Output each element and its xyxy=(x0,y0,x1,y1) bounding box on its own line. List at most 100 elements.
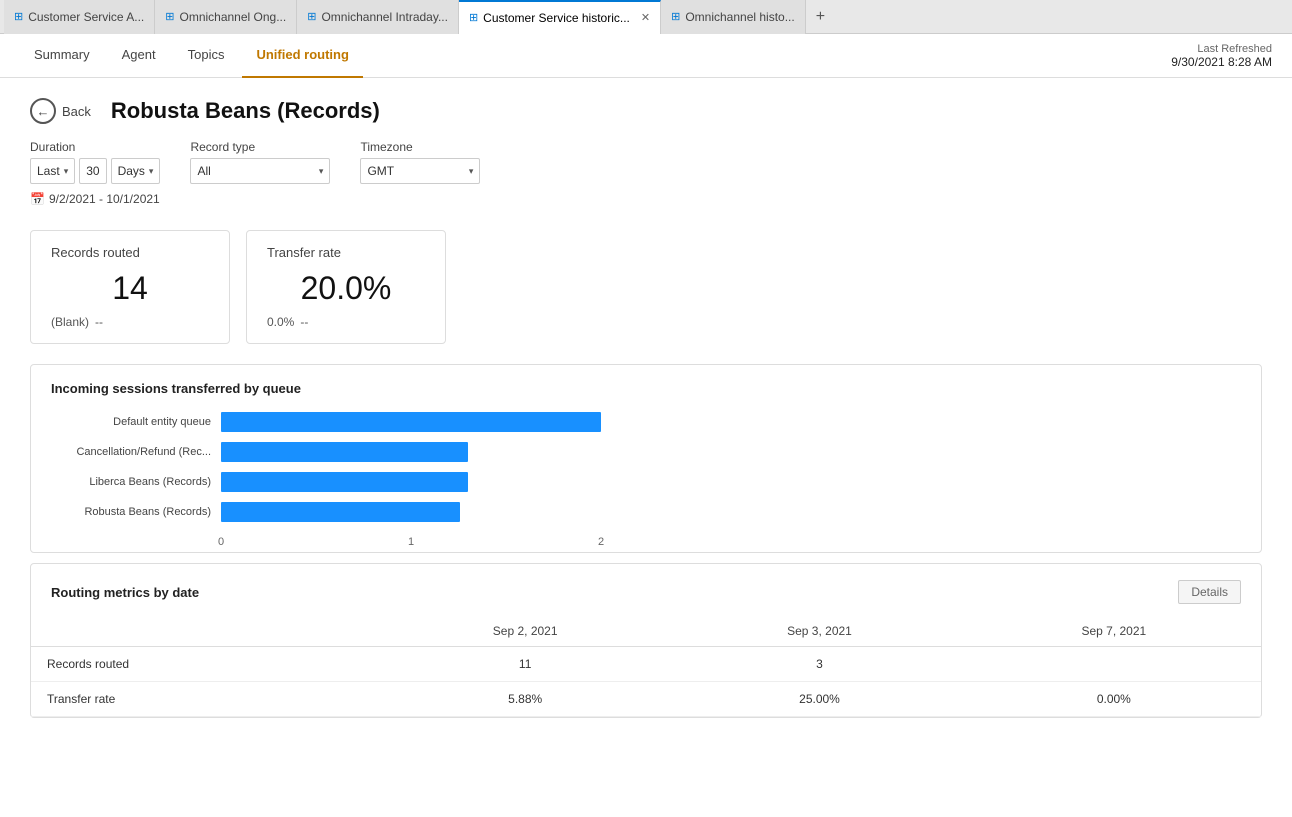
main-content: ← Back Robusta Beans (Records) Duration … xyxy=(0,78,1292,817)
record-type-select[interactable]: All ▾ xyxy=(190,158,330,184)
bar-row: Cancellation/Refund (Rec... xyxy=(51,442,1241,462)
bar-track xyxy=(221,472,1241,492)
duration-unit-value: Days xyxy=(118,164,145,178)
chevron-down-icon-3: ▾ xyxy=(319,166,324,177)
routing-metrics-table: Sep 2, 2021Sep 3, 2021Sep 7, 2021Records… xyxy=(31,616,1261,717)
bar-label: Default entity queue xyxy=(51,416,211,428)
duration-last-select[interactable]: Last ▾ xyxy=(30,158,75,184)
card-transfer-rate-title: Transfer rate xyxy=(267,245,425,260)
card-sub2-tr: -- xyxy=(300,315,308,329)
chevron-down-icon-4: ▾ xyxy=(469,166,474,177)
tab-summary-label: Summary xyxy=(34,47,90,62)
bar-label: Cancellation/Refund (Rec... xyxy=(51,446,211,458)
incoming-sessions-title: Incoming sessions transferred by queue xyxy=(51,381,1241,396)
card-sub2: -- xyxy=(95,315,103,329)
last-refreshed-value: 9/30/2021 8:28 AM xyxy=(1171,55,1272,69)
bar-fill xyxy=(221,472,468,492)
axis-tick: 1 xyxy=(408,536,414,548)
tab-label-5: Omnichannel histo... xyxy=(685,10,794,24)
table-cell-value: 0.00% xyxy=(967,682,1261,717)
tab-topics-label: Topics xyxy=(188,47,225,62)
incoming-sessions-section: Incoming sessions transferred by queue D… xyxy=(30,364,1262,553)
routing-metrics-title: Routing metrics by date xyxy=(51,585,199,600)
timezone-value: GMT xyxy=(367,164,394,178)
tab-agent[interactable]: Agent xyxy=(108,34,170,78)
back-circle-icon: ← xyxy=(30,98,56,124)
table-row: Transfer rate5.88%25.00%0.00% xyxy=(31,682,1261,717)
tab-icon-4: ⊞ xyxy=(469,11,478,24)
close-icon-tab4[interactable]: ✕ xyxy=(641,11,650,24)
chevron-down-icon-2: ▾ xyxy=(149,166,154,177)
page-title: Robusta Beans (Records) xyxy=(111,98,380,124)
timezone-label: Timezone xyxy=(360,140,480,154)
record-type-filter: Record type All ▾ xyxy=(190,140,330,184)
bar-track xyxy=(221,502,1241,522)
table-header-cell: Sep 7, 2021 xyxy=(967,616,1261,647)
table-cell-value: 11 xyxy=(378,647,672,682)
duration-controls: Last ▾ 30 Days ▾ xyxy=(30,158,160,184)
duration-filter: Duration Last ▾ 30 Days ▾ 📅 9/2/2021 - 1… xyxy=(30,140,160,210)
page-header: ← Back Robusta Beans (Records) xyxy=(0,78,1292,140)
tab-icon-1: ⊞ xyxy=(14,10,23,23)
filters-section: Duration Last ▾ 30 Days ▾ 📅 9/2/2021 - 1… xyxy=(0,140,1292,220)
table-row: Records routed113 xyxy=(31,647,1261,682)
table-cell-value: 25.00% xyxy=(672,682,966,717)
duration-number-input[interactable]: 30 xyxy=(79,158,106,184)
timezone-select[interactable]: GMT ▾ xyxy=(360,158,480,184)
tab-customer-service-a[interactable]: ⊞ Customer Service A... xyxy=(4,0,155,34)
duration-unit-select[interactable]: Days ▾ xyxy=(111,158,161,184)
axis-tick: 2 xyxy=(598,536,604,548)
table-header-cell: Sep 2, 2021 xyxy=(378,616,672,647)
last-refreshed-label: Last Refreshed xyxy=(1171,43,1272,55)
tab-omnichannel-histo[interactable]: ⊞ Omnichannel histo... xyxy=(661,0,806,34)
add-tab-button[interactable]: + xyxy=(806,8,835,26)
date-range-value: 9/2/2021 - 10/1/2021 xyxy=(49,192,160,206)
table-cell-label: Transfer rate xyxy=(31,682,378,717)
tab-label-3: Omnichannel Intraday... xyxy=(321,10,448,24)
record-type-value: All xyxy=(197,164,210,178)
calendar-icon: 📅 xyxy=(30,192,45,206)
tab-bar: ⊞ Customer Service A... ⊞ Omnichannel On… xyxy=(0,0,1292,34)
tab-label-1: Customer Service A... xyxy=(28,10,144,24)
date-range: 📅 9/2/2021 - 10/1/2021 xyxy=(30,188,160,210)
bar-label: Liberca Beans (Records) xyxy=(51,476,211,488)
bar-axis: 012 xyxy=(51,532,601,536)
routing-metrics-section: Routing metrics by date Details Sep 2, 2… xyxy=(30,563,1262,718)
bar-row: Robusta Beans (Records) xyxy=(51,502,1241,522)
card-transfer-rate: Transfer rate 20.0% 0.0% -- xyxy=(246,230,446,344)
card-records-routed: Records routed 14 (Blank) -- xyxy=(30,230,230,344)
bar-label: Robusta Beans (Records) xyxy=(51,506,211,518)
tab-customer-service-historic[interactable]: ⊞ Customer Service historic... ✕ xyxy=(459,0,661,34)
record-type-label: Record type xyxy=(190,140,330,154)
tab-label-2: Omnichannel Ong... xyxy=(179,10,286,24)
routing-metrics-header: Routing metrics by date Details xyxy=(31,580,1261,616)
tab-unified-routing[interactable]: Unified routing xyxy=(242,34,362,78)
tab-omnichannel-intraday[interactable]: ⊞ Omnichannel Intraday... xyxy=(297,0,459,34)
details-button[interactable]: Details xyxy=(1178,580,1241,604)
tab-agent-label: Agent xyxy=(122,47,156,62)
duration-last-value: Last xyxy=(37,164,60,178)
duration-label: Duration xyxy=(30,140,160,154)
nav-bar: Summary Agent Topics Unified routing Las… xyxy=(0,34,1292,78)
bar-fill xyxy=(221,442,468,462)
table-header-cell xyxy=(31,616,378,647)
tab-icon-5: ⊞ xyxy=(671,10,680,23)
card-transfer-rate-sub: 0.0% -- xyxy=(267,315,425,329)
bar-chart: Default entity queue Cancellation/Refund … xyxy=(51,412,1241,536)
card-sub1: (Blank) xyxy=(51,315,89,329)
tab-label-4: Customer Service historic... xyxy=(483,11,630,25)
card-records-routed-sub: (Blank) -- xyxy=(51,315,209,329)
back-button[interactable]: ← Back xyxy=(30,98,91,124)
table-header-cell: Sep 3, 2021 xyxy=(672,616,966,647)
tab-icon-3: ⊞ xyxy=(307,10,316,23)
table-cell-value: 3 xyxy=(672,647,966,682)
tab-unified-routing-label: Unified routing xyxy=(256,47,348,62)
tab-topics[interactable]: Topics xyxy=(174,34,239,78)
tab-summary[interactable]: Summary xyxy=(20,34,104,78)
tab-omnichannel-ong[interactable]: ⊞ Omnichannel Ong... xyxy=(155,0,297,34)
card-records-routed-title: Records routed xyxy=(51,245,209,260)
card-transfer-rate-value: 20.0% xyxy=(267,270,425,307)
card-sub1-tr: 0.0% xyxy=(267,315,294,329)
back-label: Back xyxy=(62,104,91,119)
bar-row: Liberca Beans (Records) xyxy=(51,472,1241,492)
